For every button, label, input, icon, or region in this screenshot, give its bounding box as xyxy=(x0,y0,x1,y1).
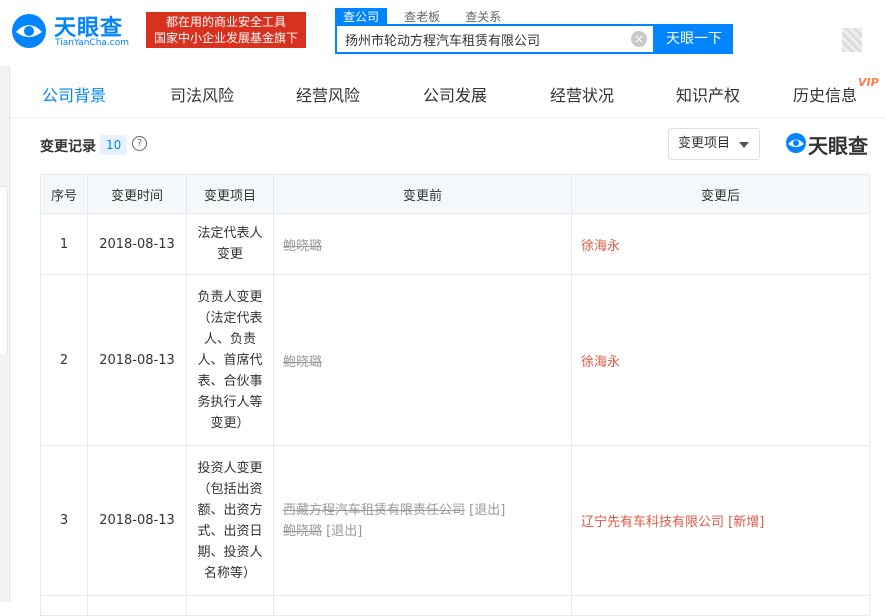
cell-item: 负责人变更 （法定代表 人、负责 人、首席代 表、合伙事 务执行人等 变更） xyxy=(186,274,274,446)
caret-down-icon xyxy=(739,142,749,148)
cell-index: 2 xyxy=(40,274,88,446)
side-panel-handle[interactable] xyxy=(0,186,8,356)
item-line: 期、投资人 xyxy=(197,544,263,560)
item-line: 式、出资日 xyxy=(197,523,263,539)
slogan-line1: 都在用的商业安全工具 xyxy=(165,15,286,29)
help-icon[interactable]: ? xyxy=(132,136,147,151)
slogan-banner: 都在用的商业安全工具 国家中小企业发展基金旗下 xyxy=(146,12,306,48)
header-after: 变更后 xyxy=(571,174,870,214)
after-value[interactable]: 徐海永 xyxy=(581,355,620,370)
item-line: 变更 xyxy=(216,247,243,262)
nav-intellectual-property[interactable]: 知识产权 xyxy=(676,82,740,106)
logo-domain: TianYanCha.com xyxy=(55,38,130,48)
item-line: 务执行人等 xyxy=(197,394,263,410)
item-line: （法定代表 xyxy=(197,310,263,326)
before-entry: 西藏方程汽车租赁有限责任公司 [退出] xyxy=(283,500,571,521)
cell-date: 2018-08-13 xyxy=(87,213,187,275)
record-count-badge: 10 xyxy=(100,135,128,155)
watermark-text: 天眼查 xyxy=(808,134,868,158)
nav-company-development[interactable]: 公司发展 xyxy=(423,82,487,106)
cell-empty xyxy=(40,595,88,616)
change-item-filter-dropdown[interactable]: 变更项目 xyxy=(668,128,760,160)
cell-before: 西藏方程汽车租赁有限责任公司 [退出] 鲍晓璐 [退出] xyxy=(273,445,572,596)
section-title: 变更记录 xyxy=(40,139,96,155)
item-line: 额、出资方 xyxy=(197,502,263,518)
change-records-section: 变更记录 10 ? 变更项目 天眼查 序号 变更时间 变更项目 变更前 变更后 xyxy=(10,118,885,616)
header-item: 变更项目 xyxy=(186,174,274,214)
cell-after: 辽宁先有车科技有限公司 [新增] xyxy=(571,445,870,596)
item-line: （包括出资 xyxy=(197,481,263,497)
left-side-panel xyxy=(0,66,10,602)
after-value[interactable]: 徐海永 xyxy=(581,239,620,254)
before-tag: [退出] xyxy=(326,523,363,539)
header-date: 变更时间 xyxy=(87,174,187,214)
cell-date: 2018-08-13 xyxy=(87,274,187,446)
cell-after: 徐海永 xyxy=(571,213,870,275)
filter-label: 变更项目 xyxy=(678,136,731,151)
nav-judicial-risk[interactable]: 司法风险 xyxy=(170,82,234,106)
item-line: 负责人变更 xyxy=(197,289,263,305)
avatar[interactable] xyxy=(842,28,862,52)
before-tag: [退出] xyxy=(469,502,506,518)
nav-operating-status[interactable]: 经营状况 xyxy=(550,82,614,106)
cell-after: 徐海永 xyxy=(571,274,870,446)
change-records-table: 序号 变更时间 变更项目 变更前 变更后 1 2018-08-13 法定代表人 … xyxy=(40,174,870,616)
after-value[interactable]: 辽宁先有车科技有限公司 [新增] xyxy=(581,515,764,530)
cell-before: 鲍晓璐 xyxy=(273,274,572,446)
cell-index: 1 xyxy=(40,213,88,275)
cell-empty xyxy=(273,595,572,616)
item-line: 表、合伙事 xyxy=(197,373,263,389)
before-value[interactable]: 鲍晓璐 xyxy=(283,239,322,254)
before-entry: 鲍晓璐 [退出] xyxy=(283,521,571,542)
header-before: 变更前 xyxy=(273,174,572,214)
header-index: 序号 xyxy=(40,174,88,214)
table-row: 2 2018-08-13 负责人变更 （法定代表 人、负责 人、首席代 表、合伙… xyxy=(40,274,870,446)
item-line: 人、负责 xyxy=(203,331,256,347)
nav-company-background[interactable]: 公司背景 xyxy=(42,82,106,106)
item-line: 名称等） xyxy=(203,565,256,581)
search-tabs: 查公司 查老板 查关系 xyxy=(335,6,513,26)
item-line: 人、首席代 xyxy=(197,352,263,368)
cell-item: 法定代表人 变更 xyxy=(186,213,274,275)
clear-icon[interactable]: × xyxy=(631,31,647,47)
top-header: 天眼查 TianYanCha.com 都在用的商业安全工具 国家中小企业发展基金… xyxy=(0,0,885,66)
vip-badge: VIP xyxy=(858,76,879,89)
logo-eye-icon xyxy=(12,14,46,48)
search-input[interactable] xyxy=(337,26,627,52)
item-line: 变更） xyxy=(210,415,250,431)
logo[interactable]: 天眼查 TianYanCha.com xyxy=(10,8,140,52)
nav-operating-risk[interactable]: 经营风险 xyxy=(296,82,360,106)
search-box: × xyxy=(335,24,655,54)
before-value[interactable]: 鲍晓璐 xyxy=(283,355,322,370)
before-value[interactable]: 西藏方程汽车租赁有限责任公司 xyxy=(283,503,465,518)
item-line: 投资人变更 xyxy=(197,460,263,476)
table-header-row: 序号 变更时间 变更项目 变更前 变更后 xyxy=(40,174,870,214)
cell-date: 2018-08-13 xyxy=(87,445,187,596)
item-line: 法定代表人 xyxy=(197,226,263,241)
cell-item: 投资人变更 （包括出资 额、出资方 式、出资日 期、投资人 名称等） xyxy=(186,445,274,596)
before-value[interactable]: 鲍晓璐 xyxy=(283,524,322,539)
nav-history-info[interactable]: 历史信息 xyxy=(793,82,857,106)
cell-index: 3 xyxy=(40,445,88,596)
watermark-eye-icon xyxy=(786,133,806,153)
table-row: 3 2018-08-13 投资人变更 （包括出资 额、出资方 式、出资日 期、投… xyxy=(40,445,870,596)
table-row: 1 2018-08-13 法定代表人 变更 鲍晓璐 徐海永 xyxy=(40,213,870,275)
cell-empty xyxy=(571,595,870,616)
cell-empty xyxy=(186,595,274,616)
cell-empty xyxy=(87,595,187,616)
search-button[interactable]: 天眼一下 xyxy=(655,24,733,54)
table-row-partial xyxy=(40,595,870,616)
section-nav: 公司背景 司法风险 经营风险 公司发展 经营状况 知识产权 历史信息 xyxy=(10,66,885,118)
cell-before: 鲍晓璐 xyxy=(273,213,572,275)
slogan-line2: 国家中小企业发展基金旗下 xyxy=(153,31,298,45)
